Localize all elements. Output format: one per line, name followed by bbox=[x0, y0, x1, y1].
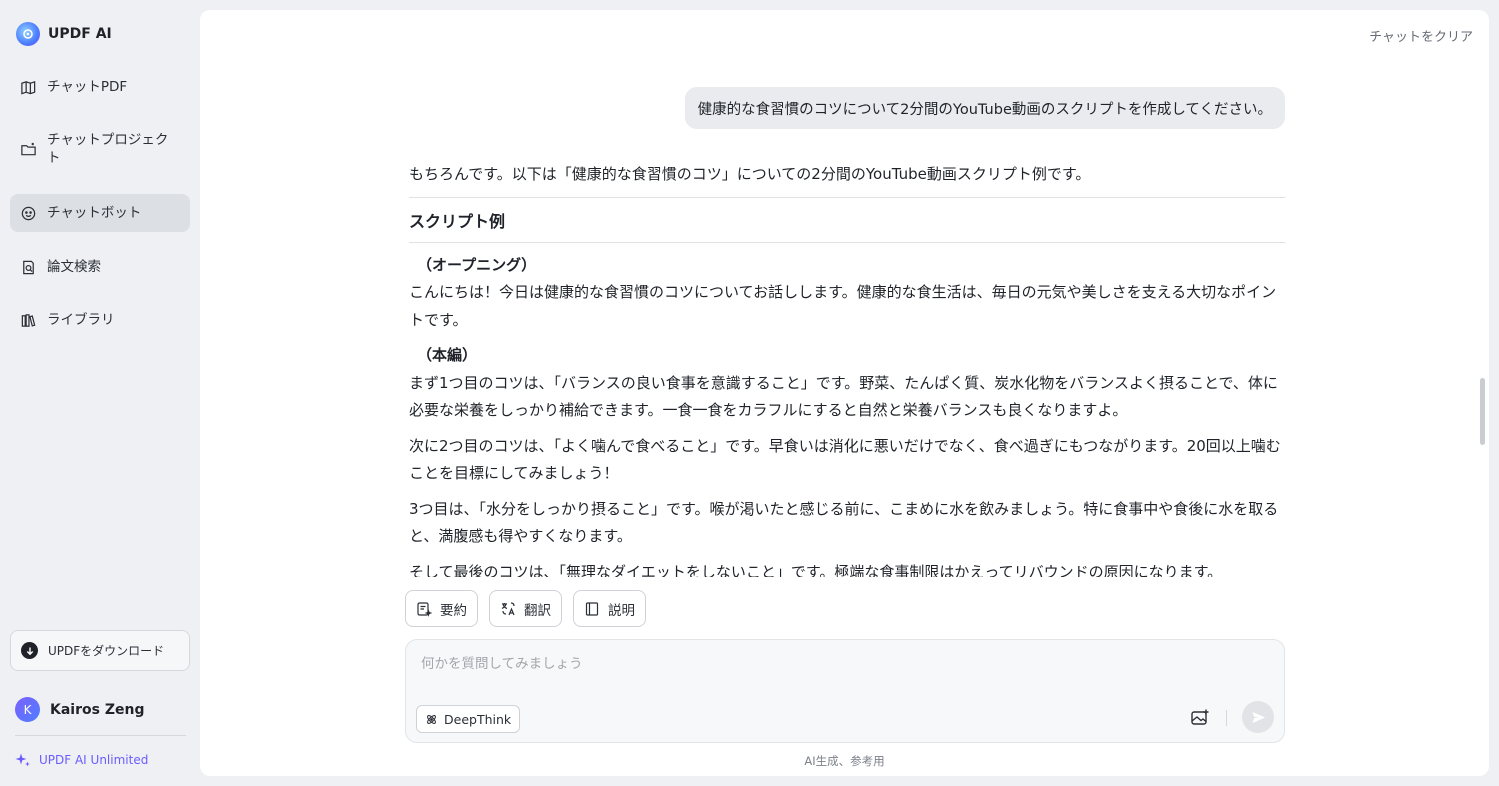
answer-paragraph: 3つ目は、「水分をしっかり摂ること」です。喉が渇いたと感じる前に、こまめに水を飲… bbox=[409, 499, 1279, 546]
sidebar-divider bbox=[15, 735, 186, 736]
download-updf-button[interactable]: UPDFをダウンロード bbox=[10, 630, 190, 671]
paper-search-icon bbox=[23, 260, 34, 274]
chat-input[interactable] bbox=[421, 652, 1261, 676]
library-icon bbox=[21, 313, 36, 327]
answer-paragraph: 次に2つ目のコツは、「よく噛んで食べること」です。早食いは消化に悪いだけでなく、… bbox=[409, 436, 1281, 483]
answer-intro: もちろんです。以下は「健康的な食習慣のコツ」についての2分間のYouTube動画… bbox=[409, 165, 1091, 183]
sidebar-item-label: 論文検索 bbox=[47, 259, 101, 275]
user-name: Kairos Zeng bbox=[50, 701, 145, 718]
sidebar-item-label: チャットPDF bbox=[47, 79, 128, 95]
divider bbox=[409, 241, 1285, 243]
answer-paragraph: まず1つ目のコツは、「バランスの良い食事を意識すること」です。野菜、たんぱく質、… bbox=[409, 373, 1278, 420]
user-profile[interactable]: K Kairos Zeng bbox=[15, 697, 144, 722]
opening-text: こんにちは！今日は健康的な食習慣のコツについてお話しします。健康的な食生活は、毎… bbox=[409, 283, 1277, 329]
explain-button[interactable]: 説明 bbox=[573, 590, 646, 627]
sidebar-item-chat-pdf[interactable]: チャットPDF bbox=[10, 71, 190, 103]
assistant-answer: もちろんです。以下は「健康的な食習慣のコツ」についての2分間のYouTube動画… bbox=[409, 160, 1285, 577]
sidebar: UPDF AI チャットPDF チャットプロジェクト チャットボット 論文検索 … bbox=[0, 0, 200, 786]
chatbot-icon bbox=[21, 206, 36, 220]
scrollbar-thumb[interactable] bbox=[1480, 378, 1485, 445]
user-message: 健康的な食習慣のコツについて2分間のYouTube動画のスクリプトを作成してくだ… bbox=[684, 87, 1285, 129]
answer-paragraph: そして最後のコツは、「無理なダイエットをしないこと」です。極端な食事制限はかえっ… bbox=[409, 562, 1223, 578]
translate-button[interactable]: 翻訳 bbox=[489, 590, 562, 627]
chat-pdf-icon bbox=[21, 80, 36, 94]
download-label: UPDFをダウンロード bbox=[48, 644, 165, 658]
plan-link[interactable]: UPDF AI Unlimited bbox=[15, 752, 148, 768]
summarize-icon bbox=[417, 601, 432, 617]
sidebar-item-paper-search[interactable]: 論文検索 bbox=[10, 251, 190, 283]
plan-label: UPDF AI Unlimited bbox=[39, 753, 149, 767]
add-image-icon[interactable] bbox=[1189, 707, 1211, 729]
clear-chat-button[interactable]: チャットをクリア bbox=[1369, 26, 1473, 45]
script-title: スクリプト例 bbox=[409, 211, 506, 231]
download-icon bbox=[21, 642, 38, 659]
sidebar-item-label: チャットプロジェクト bbox=[47, 132, 169, 166]
sidebar-item-label: チャットボット bbox=[47, 205, 142, 221]
deepthink-label: DeepThink bbox=[444, 711, 512, 727]
brand[interactable]: UPDF AI bbox=[16, 22, 112, 46]
send-icon bbox=[1251, 711, 1265, 723]
avatar: K bbox=[15, 697, 40, 722]
sidebar-item-chat-project[interactable]: チャットプロジェクト bbox=[10, 127, 190, 171]
sidebar-item-chatbot[interactable]: チャットボット bbox=[10, 194, 190, 232]
ai-disclaimer: AI生成、参考用 bbox=[804, 754, 885, 768]
input-divider bbox=[1226, 710, 1227, 726]
sidebar-item-label: ライブラリ bbox=[47, 312, 115, 328]
explain-label: 説明 bbox=[608, 602, 635, 619]
summarize-label: 要約 bbox=[440, 602, 467, 619]
deepthink-toggle[interactable]: DeepThink bbox=[416, 705, 521, 733]
book-icon bbox=[585, 601, 599, 616]
translate-icon bbox=[501, 601, 515, 615]
sidebar-item-library[interactable]: ライブラリ bbox=[10, 304, 190, 336]
brand-name: UPDF AI bbox=[48, 26, 112, 42]
opening-heading: （オープニング） bbox=[417, 255, 537, 274]
send-button[interactable] bbox=[1242, 701, 1274, 733]
translate-label: 翻訳 bbox=[524, 602, 551, 619]
summarize-button[interactable]: 要約 bbox=[405, 590, 478, 627]
chat-panel: チャットをクリア 健康的な食習慣のコツについて2分間のYouTube動画のスクリ… bbox=[200, 10, 1489, 776]
chat-input-box: DeepThink bbox=[405, 639, 1285, 743]
deepthink-icon bbox=[427, 714, 436, 724]
folder-icon bbox=[21, 142, 36, 155]
main-heading: （本編） bbox=[417, 346, 478, 364]
updf-logo-icon bbox=[16, 22, 40, 46]
sparkle-icon bbox=[15, 753, 30, 767]
